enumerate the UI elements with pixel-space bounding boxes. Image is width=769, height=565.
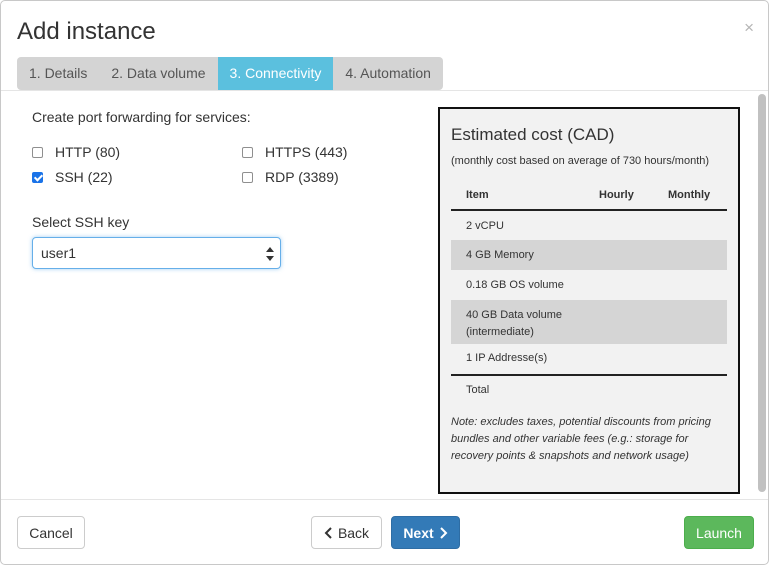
- ssh-checkbox[interactable]: [32, 171, 43, 183]
- cost-row-item: 0.18 GB OS volume: [466, 279, 564, 291]
- cost-row-item: 2 vCPU: [466, 220, 504, 232]
- column-item: Item: [466, 189, 489, 201]
- cost-row-item: 40 GB Data volume (intermediate): [466, 307, 562, 341]
- services-label: Create port forwarding for services:: [32, 109, 251, 125]
- http-checkbox-label: HTTP (80): [55, 144, 121, 160]
- ssh-key-select-value: user1: [41, 245, 77, 261]
- http-checkbox[interactable]: [32, 146, 43, 158]
- estimated-cost-panel: Estimated cost (CAD) (monthly cost based…: [438, 107, 740, 494]
- cost-subtitle: (monthly cost based on average of 730 ho…: [451, 155, 710, 167]
- chevron-right-icon: [439, 526, 448, 539]
- cost-row: 40 GB Data volume (intermediate): [451, 300, 727, 344]
- tab-automation[interactable]: 4. Automation: [333, 57, 443, 90]
- cost-row: 0.18 GB OS volume: [451, 270, 727, 300]
- select-arrows-icon: [266, 247, 274, 261]
- http-checkbox-row[interactable]: HTTP (80): [32, 144, 120, 160]
- chevron-left-icon: [324, 526, 332, 539]
- ssh-key-label: Select SSH key: [32, 214, 130, 230]
- back-button[interactable]: Back: [311, 516, 382, 549]
- cost-row: 2 vCPU: [451, 211, 727, 240]
- footer-divider: [1, 499, 768, 500]
- cost-row: 4 GB Memory: [451, 240, 727, 270]
- back-button-label: Back: [337, 524, 370, 541]
- rdp-checkbox[interactable]: [242, 171, 253, 183]
- total-row: Total: [451, 376, 727, 406]
- cost-title: Estimated cost (CAD): [451, 125, 615, 144]
- cost-note: Note: excludes taxes, potential discount…: [451, 416, 711, 462]
- cancel-button[interactable]: Cancel: [17, 516, 85, 549]
- cost-row-item-line2: (intermediate): [466, 326, 534, 338]
- cost-table-header: Item Hourly Monthly: [451, 184, 727, 211]
- cost-row-item-line1: 40 GB Data volume: [466, 309, 562, 321]
- https-checkbox-row[interactable]: HTTPS (443): [242, 144, 347, 160]
- column-monthly: Monthly: [668, 189, 711, 201]
- total-label: Total: [466, 384, 490, 396]
- next-button[interactable]: Next: [391, 516, 460, 549]
- cost-row-item: 1 IP Addresse(s): [466, 352, 548, 364]
- https-checkbox-label: HTTPS (443): [265, 144, 348, 160]
- https-checkbox[interactable]: [242, 146, 253, 158]
- header-divider: [1, 90, 768, 91]
- ssh-checkbox-row[interactable]: SSH (22): [32, 169, 113, 185]
- cost-row: 1 IP Addresse(s): [451, 344, 727, 374]
- next-button-label: Next: [403, 524, 434, 541]
- ssh-key-select[interactable]: user1: [32, 237, 281, 269]
- dialog-title: Add instance: [17, 18, 156, 45]
- ssh-checkbox-label: SSH (22): [55, 169, 113, 185]
- wizard-tabs: 1. Details 2. Data volume 3. Connectivit…: [17, 57, 443, 90]
- launch-button[interactable]: Launch: [684, 516, 754, 549]
- rdp-checkbox-row[interactable]: RDP (3389): [242, 169, 339, 185]
- rdp-checkbox-label: RDP (3389): [265, 169, 339, 185]
- cost-row-item: 4 GB Memory: [466, 249, 534, 261]
- column-hourly: Hourly: [599, 189, 634, 201]
- close-icon[interactable]: ×: [744, 19, 754, 36]
- cancel-button-label: Cancel: [29, 524, 73, 541]
- add-instance-dialog: Add instance × 1. Details 2. Data volume…: [0, 0, 769, 565]
- tab-details[interactable]: 1. Details: [17, 57, 100, 90]
- launch-button-label: Launch: [696, 524, 742, 541]
- scrollbar[interactable]: [758, 94, 766, 492]
- tab-connectivity[interactable]: 3. Connectivity: [217, 57, 334, 90]
- tab-data-volume[interactable]: 2. Data volume: [99, 57, 218, 90]
